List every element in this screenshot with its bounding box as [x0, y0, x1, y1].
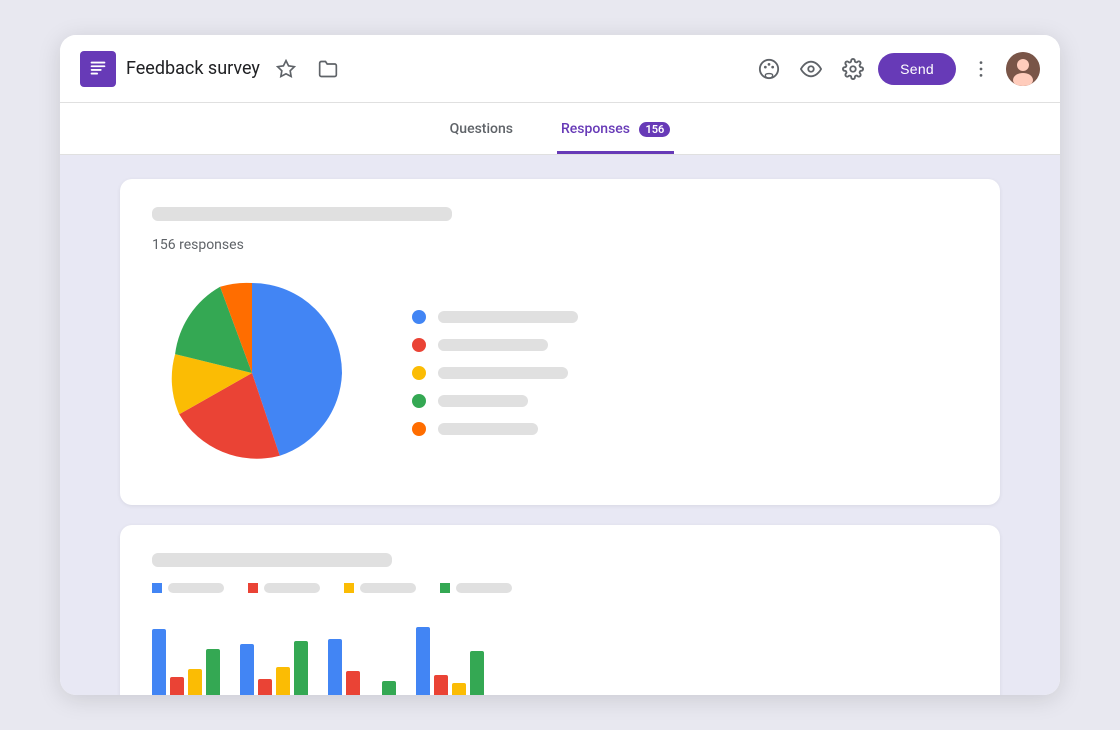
more-button[interactable] — [964, 52, 998, 86]
pie-legend — [412, 310, 968, 436]
bar-group-1 — [152, 629, 220, 695]
bar-3-red — [346, 671, 360, 695]
avatar-image — [1006, 52, 1040, 86]
form-icon-svg — [87, 58, 109, 80]
legend-item-orange — [412, 422, 968, 436]
bar-1-green — [206, 649, 220, 695]
bar-legend-lbl-yellow — [360, 583, 416, 593]
bar-4-green — [470, 651, 484, 695]
bar-legend-lbl-blue — [168, 583, 224, 593]
palette-button[interactable] — [752, 52, 786, 86]
bar-legend-lbl-red — [264, 583, 320, 593]
eye-icon — [800, 58, 822, 80]
legend-label-green — [438, 395, 528, 407]
pie-chart-svg — [152, 273, 352, 473]
bar-4-blue — [416, 627, 430, 695]
tab-questions[interactable]: Questions — [446, 109, 517, 154]
form-title: Feedback survey — [126, 58, 260, 79]
bar-legend-red — [248, 583, 320, 593]
legend-item-blue — [412, 310, 968, 324]
responses-count: 156 responses — [152, 237, 968, 253]
header-right: Send — [752, 52, 1040, 86]
bar-2-yellow — [276, 667, 290, 695]
bar-legend-green — [440, 583, 512, 593]
main-content: 156 responses — [60, 155, 1060, 695]
star-button[interactable] — [270, 53, 302, 85]
bar-2-red — [258, 679, 272, 695]
card1-title-skeleton — [152, 207, 452, 221]
pie-chart-card: 156 responses — [120, 179, 1000, 505]
bar-2-green — [294, 641, 308, 695]
preview-button[interactable] — [794, 52, 828, 86]
bar-1-yellow — [188, 669, 202, 695]
avatar — [1006, 52, 1040, 86]
main-window: Feedback survey — [60, 35, 1060, 695]
header: Feedback survey — [60, 35, 1060, 103]
legend-dot-red — [412, 338, 426, 352]
pie-section — [152, 273, 968, 473]
bar-group-2 — [240, 641, 308, 695]
legend-dot-blue — [412, 310, 426, 324]
header-left: Feedback survey — [80, 51, 752, 87]
legend-label-yellow — [438, 367, 568, 379]
bar-legend-sq-red — [248, 583, 258, 593]
tab-responses[interactable]: Responses 156 — [557, 109, 674, 154]
bar-3-blue — [328, 639, 342, 695]
legend-dot-yellow — [412, 366, 426, 380]
bar-legend-sq-yellow — [344, 583, 354, 593]
bar-chart-card — [120, 525, 1000, 695]
bar-legend — [152, 583, 968, 593]
bar-legend-yellow — [344, 583, 416, 593]
settings-icon — [842, 58, 864, 80]
legend-item-yellow — [412, 366, 968, 380]
bar-1-blue — [152, 629, 166, 695]
legend-label-orange — [438, 423, 538, 435]
bar-group-4 — [416, 627, 484, 695]
bar-2-blue — [240, 644, 254, 695]
star-icon — [276, 59, 296, 79]
form-icon — [80, 51, 116, 87]
bar-1-red — [170, 677, 184, 695]
legend-item-red — [412, 338, 968, 352]
bar-chart-area — [152, 609, 968, 695]
responses-badge: 156 — [639, 122, 670, 137]
bar-legend-blue — [152, 583, 224, 593]
legend-dot-orange — [412, 422, 426, 436]
bar-group-3 — [328, 639, 396, 695]
bar-3-green — [382, 681, 396, 695]
pie-chart-container — [152, 273, 352, 473]
tabs-bar: Questions Responses 156 — [60, 103, 1060, 155]
bar-legend-sq-blue — [152, 583, 162, 593]
palette-icon — [758, 58, 780, 80]
bar-4-yellow — [452, 683, 466, 695]
bar-legend-sq-green — [440, 583, 450, 593]
legend-item-green — [412, 394, 968, 408]
folder-button[interactable] — [312, 53, 344, 85]
card2-title-skeleton — [152, 553, 392, 567]
legend-label-blue — [438, 311, 578, 323]
bar-legend-lbl-green — [456, 583, 512, 593]
settings-button[interactable] — [836, 52, 870, 86]
legend-dot-green — [412, 394, 426, 408]
folder-icon — [318, 59, 338, 79]
legend-label-red — [438, 339, 548, 351]
send-button[interactable]: Send — [878, 53, 956, 85]
bar-4-red — [434, 675, 448, 695]
more-icon — [970, 58, 992, 80]
